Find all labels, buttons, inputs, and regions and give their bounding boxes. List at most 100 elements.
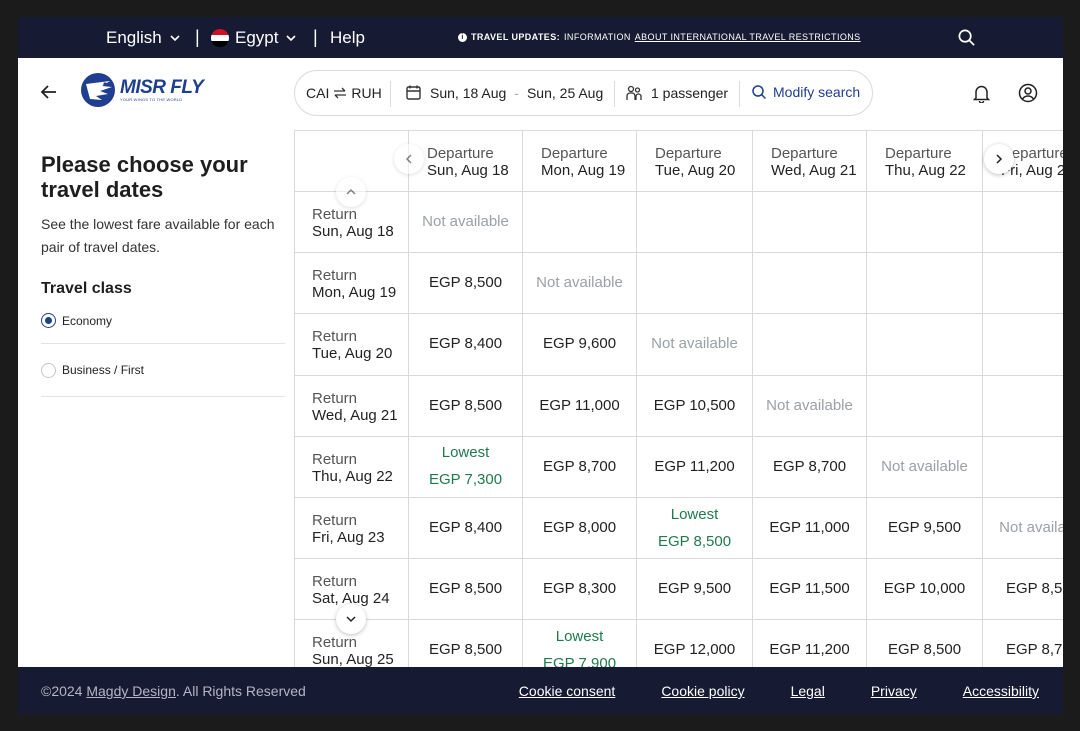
- fare-cell[interactable]: EGP 8,500: [983, 559, 1063, 621]
- return-header[interactable]: Return Mon, Aug 19: [294, 253, 409, 315]
- help-link[interactable]: Help: [330, 28, 365, 48]
- departure-header[interactable]: Departure Thu, Aug 22: [867, 130, 983, 192]
- fare-cell[interactable]: EGP 8,000: [523, 498, 637, 560]
- return-header[interactable]: Return Wed, Aug 21: [294, 375, 409, 437]
- not-available-label: Not available: [999, 519, 1063, 537]
- fare-cell[interactable]: EGP 8,500: [409, 620, 523, 667]
- info-icon: i: [458, 32, 467, 42]
- departure-date: Wed, Aug 21: [771, 162, 857, 179]
- not-available-label: Not available: [881, 457, 968, 475]
- fare-cell[interactable]: EGP 11,000: [523, 375, 637, 437]
- return-label: Return: [312, 389, 358, 407]
- fare-cell[interactable]: EGP 10,500: [637, 375, 753, 437]
- fare-cell[interactable]: EGP 12,000: [637, 620, 753, 667]
- fare-price: EGP 10,500: [653, 396, 736, 414]
- fare-cell[interactable]: EGP 9,600: [523, 314, 637, 376]
- fare-cell[interactable]: EGP 8,700: [753, 436, 867, 498]
- return-label: Return: [312, 267, 358, 285]
- fare-cell[interactable]: EGP 9,500: [867, 498, 983, 560]
- fare-cell[interactable]: Lowest EGP 7,900: [523, 620, 637, 667]
- app-frame: English | Egypt | Help i TRAVEL UPDATES:…: [18, 17, 1063, 714]
- user-account-icon[interactable]: [1018, 83, 1038, 103]
- departure-header[interactable]: Departure Sun, Aug 18: [409, 130, 523, 192]
- footer-links: Cookie consent Cookie policy Legal Priva…: [519, 683, 1039, 699]
- search-icon[interactable]: [957, 28, 976, 47]
- fare-price: EGP 8,500: [887, 641, 962, 659]
- designer-link[interactable]: Magdy Design: [86, 683, 176, 699]
- return-header[interactable]: Return Tue, Aug 20: [294, 314, 409, 376]
- copyright: ©2024 Magdy Design. All Rights Reserved: [41, 683, 306, 699]
- legal-link[interactable]: Legal: [791, 683, 825, 699]
- not-available-label: Not available: [766, 396, 853, 414]
- fare-cell[interactable]: EGP 8,700: [523, 436, 637, 498]
- return-header[interactable]: Return Fri, Aug 23: [294, 498, 409, 560]
- destination-code: RUH: [351, 85, 382, 101]
- accessibility-link[interactable]: Accessibility: [963, 683, 1039, 699]
- scroll-right-button[interactable]: [984, 144, 1014, 174]
- departure-date: Sun, Aug 18: [427, 162, 509, 179]
- departure-label: Departure: [771, 145, 838, 162]
- fare-cell: [983, 314, 1063, 376]
- return-date: Sun, Aug 25: [312, 651, 394, 667]
- fare-price: EGP 11,000: [769, 519, 850, 537]
- fare-cell[interactable]: EGP 11,200: [753, 620, 867, 667]
- departure-date: Thu, Aug 22: [885, 162, 966, 179]
- fare-cell: Not available: [753, 375, 867, 437]
- trip-dates: Sun, 18 Aug - Sun, 25 Aug: [405, 84, 603, 101]
- fare-price: EGP 8,400: [428, 335, 503, 353]
- language-selector[interactable]: English: [106, 28, 182, 48]
- fare-cell: [753, 192, 867, 254]
- fare-cell[interactable]: EGP 8,300: [523, 559, 637, 621]
- radio-selected-icon[interactable]: [41, 313, 56, 328]
- fare-cell[interactable]: EGP 8,400: [409, 498, 523, 560]
- fare-cell[interactable]: EGP 8,500: [409, 559, 523, 621]
- fare-cell: Not available: [983, 498, 1063, 560]
- return-date: Sat, Aug 24: [312, 590, 390, 608]
- class-option-business[interactable]: Business / First: [41, 344, 285, 397]
- scroll-right-icon: [996, 154, 1003, 164]
- fare-cell[interactable]: Lowest EGP 7,300: [409, 436, 523, 498]
- search-summary[interactable]: CAI RUH Sun, 18 Aug - Sun, 25 Aug 1 pass…: [294, 70, 873, 116]
- fare-cell[interactable]: EGP 10,000: [867, 559, 983, 621]
- fare-price: EGP 7,300: [428, 471, 503, 489]
- fare-price: EGP 8,500: [428, 580, 503, 598]
- scroll-down-button[interactable]: [336, 604, 366, 634]
- fare-cell[interactable]: EGP 11,200: [637, 436, 753, 498]
- departure-header[interactable]: Departure Tue, Aug 20: [637, 130, 753, 192]
- return-header[interactable]: Return Thu, Aug 22: [294, 436, 409, 498]
- back-arrow-icon[interactable]: [40, 83, 58, 101]
- scroll-up-button[interactable]: [336, 177, 366, 207]
- bell-icon[interactable]: [973, 84, 990, 103]
- scroll-down-icon: [346, 616, 356, 623]
- swap-icon: [334, 87, 347, 99]
- cookie-policy-link[interactable]: Cookie policy: [661, 683, 744, 699]
- country-selector[interactable]: Egypt: [211, 28, 298, 48]
- misr-fly-logo[interactable]: MISR FLY YOUR WINGS TO THE WORLD: [80, 72, 204, 108]
- travel-restrictions-link[interactable]: ABOUT INTERNATIONAL TRAVEL RESTRICTIONS: [635, 32, 861, 42]
- fare-cell[interactable]: EGP 11,500: [753, 559, 867, 621]
- fare-price: EGP 9,500: [657, 580, 732, 598]
- class-option-economy[interactable]: Economy: [41, 298, 285, 344]
- scroll-left-button[interactable]: [394, 144, 424, 174]
- radio-empty-icon[interactable]: [41, 362, 56, 378]
- privacy-link[interactable]: Privacy: [871, 683, 917, 699]
- return-label: Return: [312, 450, 358, 468]
- fare-cell[interactable]: EGP 8,500: [409, 375, 523, 437]
- fare-cell[interactable]: EGP 11,000: [753, 498, 867, 560]
- fare-cell[interactable]: EGP 8,700: [983, 620, 1063, 667]
- lowest-badge: Lowest: [555, 627, 604, 645]
- fare-cell[interactable]: EGP 8,500: [409, 253, 523, 315]
- fare-cell: Not available: [409, 192, 523, 254]
- fare-cell[interactable]: Lowest EGP 8,500: [637, 498, 753, 560]
- fare-cell[interactable]: EGP 9,500: [637, 559, 753, 621]
- departure-header[interactable]: Departure Wed, Aug 21: [753, 130, 867, 192]
- fare-cell: [983, 376, 1063, 437]
- calendar-icon: [406, 85, 421, 100]
- divider: [390, 81, 391, 107]
- departure-header[interactable]: Departure Mon, Aug 19: [523, 130, 637, 192]
- fare-cell[interactable]: EGP 8,400: [409, 314, 523, 376]
- cookie-consent-link[interactable]: Cookie consent: [519, 683, 616, 699]
- modify-search-button[interactable]: Modify search: [751, 84, 860, 100]
- fare-cell[interactable]: EGP 8,500: [867, 620, 983, 667]
- route: CAI RUH: [306, 85, 382, 101]
